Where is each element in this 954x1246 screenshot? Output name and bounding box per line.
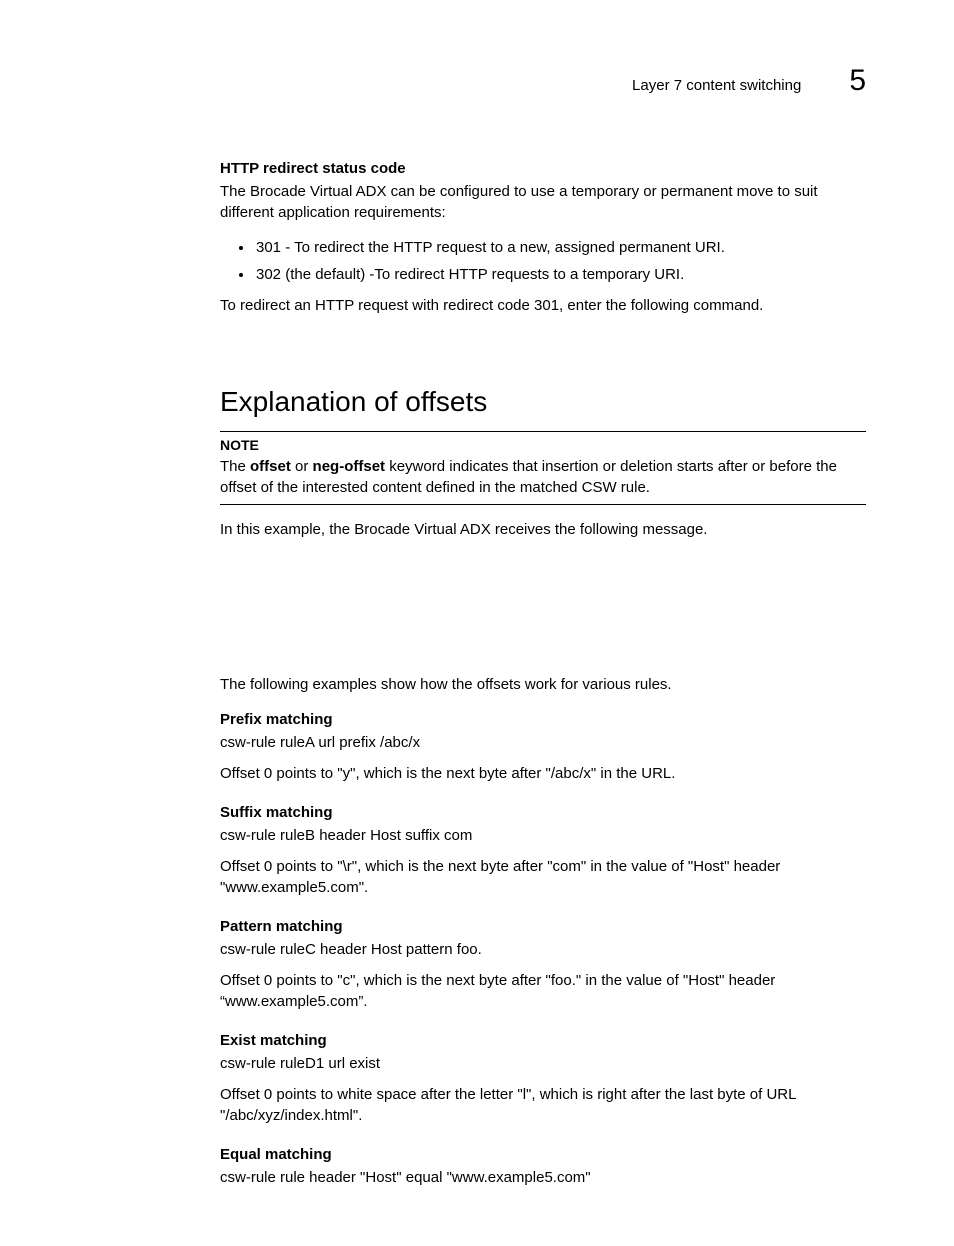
note-box: NOTE The offset or neg-offset keyword in…	[220, 431, 866, 505]
chapter-number: 5	[849, 60, 866, 102]
intro-heading: HTTP redirect status code	[220, 158, 866, 179]
rule-exist: Exist matching csw-rule ruleD1 url exist…	[220, 1030, 866, 1126]
rule-heading: Exist matching	[220, 1030, 866, 1051]
rule-command: csw-rule rule header "Host" equal "www.e…	[220, 1167, 866, 1188]
note-text: or	[291, 458, 313, 475]
rule-heading: Suffix matching	[220, 802, 866, 823]
note-keyword-neg-offset: neg-offset	[313, 458, 386, 475]
rule-prefix: Prefix matching csw-rule ruleA url prefi…	[220, 709, 866, 784]
intro-bullets: 301 - To redirect the HTTP request to a …	[220, 237, 866, 285]
after-note-para: In this example, the Brocade Virtual ADX…	[220, 519, 866, 540]
section-title: Explanation of offsets	[220, 382, 866, 421]
running-header: Layer 7 content switching 5	[220, 60, 866, 102]
note-keyword-offset: offset	[250, 458, 291, 475]
intro-para-2: To redirect an HTTP request with redirec…	[220, 295, 866, 316]
rule-equal: Equal matching csw-rule rule header "Hos…	[220, 1144, 866, 1188]
rule-desc: Offset 0 points to "\r", which is the ne…	[220, 856, 866, 898]
note-text: The	[220, 458, 250, 475]
rule-desc: Offset 0 points to white space after the…	[220, 1084, 866, 1126]
page: Layer 7 content switching 5 HTTP redirec…	[0, 0, 954, 1246]
rule-command: csw-rule ruleB header Host suffix com	[220, 825, 866, 846]
rule-command: csw-rule ruleC header Host pattern foo.	[220, 939, 866, 960]
note-body: The offset or neg-offset keyword indicat…	[220, 456, 866, 498]
rule-suffix: Suffix matching csw-rule ruleB header Ho…	[220, 802, 866, 898]
rule-pattern: Pattern matching csw-rule ruleC header H…	[220, 916, 866, 1012]
rule-desc: Offset 0 points to "c", which is the nex…	[220, 970, 866, 1012]
rule-desc: Offset 0 points to "y", which is the nex…	[220, 763, 866, 784]
intro-block: HTTP redirect status code The Brocade Vi…	[220, 158, 866, 316]
running-title: Layer 7 content switching	[632, 75, 801, 96]
rule-heading: Equal matching	[220, 1144, 866, 1165]
rule-heading: Prefix matching	[220, 709, 866, 730]
examples-intro: The following examples show how the offs…	[220, 674, 866, 695]
note-label: NOTE	[220, 436, 866, 456]
intro-para-1: The Brocade Virtual ADX can be configure…	[220, 181, 866, 223]
rule-command: csw-rule ruleA url prefix /abc/x	[220, 732, 866, 753]
rule-heading: Pattern matching	[220, 916, 866, 937]
rule-command: csw-rule ruleD1 url exist	[220, 1053, 866, 1074]
bullet-item: 302 (the default) -To redirect HTTP requ…	[254, 264, 866, 285]
bullet-item: 301 - To redirect the HTTP request to a …	[254, 237, 866, 258]
